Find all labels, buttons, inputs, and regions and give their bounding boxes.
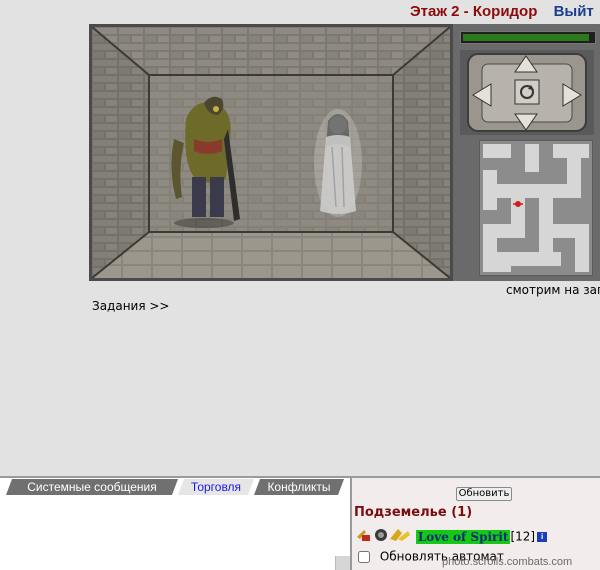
troll-monster-icon[interactable] (164, 89, 246, 229)
player-level: [12] (510, 529, 536, 544)
tab-trade[interactable]: Торговля (178, 479, 254, 495)
turn-left-icon[interactable] (471, 82, 493, 108)
location-heading: Подземелье (1) (354, 505, 473, 520)
chat-scrollbar[interactable] (335, 556, 350, 570)
private-message-icon (357, 530, 370, 541)
tab-conflicts[interactable]: Конфликты (254, 479, 344, 495)
corridor-scene (92, 27, 450, 278)
side-panel (453, 24, 600, 281)
exit-link[interactable]: Выйт (554, 3, 594, 20)
watermark: photo.scrolls.combats.com (442, 556, 573, 568)
turn-right-icon[interactable] (561, 82, 583, 108)
arrow-forward-icon[interactable] (513, 54, 539, 74)
player-info-icon[interactable]: i (537, 531, 548, 542)
location-title: Этаж 2 - Коридор (410, 3, 538, 20)
online-players-panel: Обновить Подземелье (1) Love of Spirit [1… (352, 478, 600, 570)
dungeon-frame (89, 24, 600, 281)
player-row: Love of Spirit [12] i (356, 527, 548, 546)
chat-panel: Системные сообщения Торговля Конфликты (0, 478, 352, 570)
dungeon-view (92, 27, 450, 278)
tab-system-messages[interactable]: Системные сообщения (6, 479, 178, 495)
health-bar-fill (463, 34, 590, 41)
auto-refresh-checkbox[interactable] (358, 550, 370, 563)
tasks-link[interactable]: Задания >> (92, 299, 169, 313)
arrow-back-icon[interactable] (513, 112, 539, 132)
health-bar (460, 31, 596, 44)
ghost-spirit-icon[interactable] (312, 107, 364, 219)
alignment-wings-icon (390, 529, 410, 541)
player-name[interactable]: Love of Spirit (415, 529, 511, 544)
location-title-bar: Этаж 2 - Коридор Выйт (410, 3, 600, 20)
view-direction-caption: смотрим на зап (506, 283, 600, 297)
chat-tab-bar: Системные сообщения Торговля Конфликты (0, 478, 352, 496)
refresh-button[interactable]: Обновить (456, 487, 512, 501)
refresh-view-icon[interactable] (519, 84, 535, 100)
dungeon-minimap (479, 140, 593, 276)
clan-emblem-icon (375, 529, 387, 541)
player-status-icons (356, 527, 412, 546)
